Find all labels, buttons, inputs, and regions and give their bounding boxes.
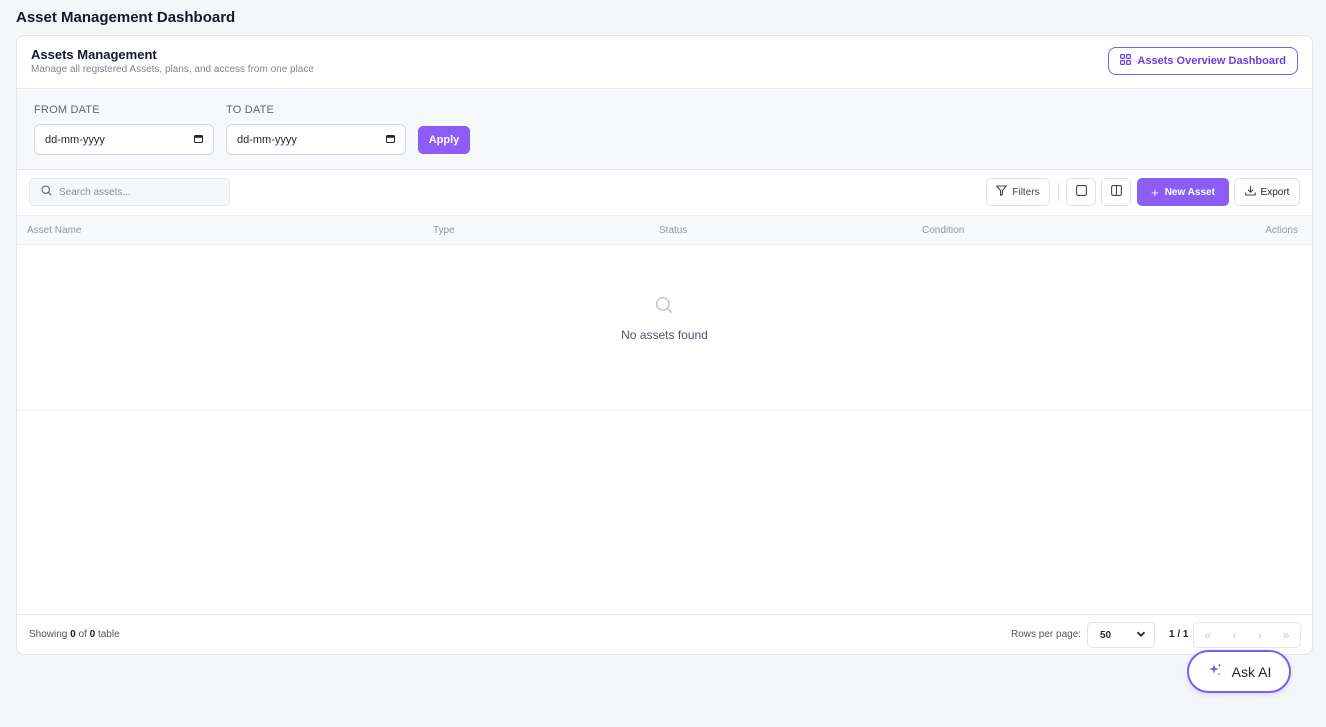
filters-label: Filters bbox=[1012, 186, 1040, 198]
pagination-controls: « ‹ › » bbox=[1193, 622, 1301, 648]
ask-ai-label: Ask AI bbox=[1231, 663, 1272, 680]
table-header: Asset Name Type Status Condition Actions bbox=[17, 215, 1312, 245]
rows-per-page-label: Rows per page: bbox=[1011, 629, 1082, 640]
column-actions: Actions bbox=[1265, 225, 1298, 236]
columns-toggle-button[interactable] bbox=[1101, 178, 1131, 206]
toolbar-divider bbox=[1058, 182, 1059, 202]
calendar-icon[interactable] bbox=[386, 134, 395, 146]
column-condition[interactable]: Condition bbox=[922, 225, 964, 236]
filters-button[interactable]: Filters bbox=[986, 178, 1050, 206]
calendar-icon[interactable] bbox=[194, 134, 203, 146]
download-icon bbox=[1244, 185, 1256, 199]
ask-ai-button[interactable]: Ask AI bbox=[1187, 650, 1291, 693]
column-type[interactable]: Type bbox=[433, 225, 455, 236]
new-asset-button[interactable]: + New Asset bbox=[1137, 178, 1229, 206]
apply-button[interactable]: Apply bbox=[418, 126, 470, 154]
showing-summary: Showing 0 of 0 table bbox=[29, 629, 120, 640]
from-date-label: FROM DATE bbox=[34, 104, 100, 116]
new-asset-label: New Asset bbox=[1164, 186, 1215, 198]
chevron-down-icon bbox=[1136, 629, 1146, 642]
next-page-button[interactable]: › bbox=[1258, 628, 1262, 642]
page-indicator: 1 / 1 bbox=[1169, 629, 1189, 640]
funnel-icon bbox=[995, 185, 1008, 199]
export-button[interactable]: Export bbox=[1234, 178, 1300, 206]
card-title: Assets Management bbox=[31, 47, 157, 62]
checkbox-icon bbox=[1075, 185, 1087, 199]
sparkle-icon bbox=[1207, 662, 1223, 681]
prev-page-button[interactable]: ‹ bbox=[1232, 628, 1236, 642]
grid-icon bbox=[1120, 54, 1132, 68]
from-date-value: dd-mm-yyyy bbox=[45, 133, 105, 146]
empty-state: No assets found bbox=[17, 245, 1312, 411]
assets-card: Assets Management Manage all registered … bbox=[16, 35, 1313, 655]
column-status[interactable]: Status bbox=[659, 225, 687, 236]
to-date-value: dd-mm-yyyy bbox=[237, 133, 297, 146]
to-date-label: TO DATE bbox=[226, 104, 275, 116]
search-placeholder: Search assets... bbox=[59, 186, 131, 198]
search-icon bbox=[655, 296, 673, 319]
table-footer: Showing 0 of 0 table Rows per page: 50 1… bbox=[17, 614, 1312, 654]
plus-icon: + bbox=[1151, 184, 1159, 200]
search-input[interactable]: Search assets... bbox=[29, 178, 230, 206]
from-date-input[interactable]: dd-mm-yyyy bbox=[34, 124, 214, 155]
page-title: Asset Management Dashboard bbox=[16, 9, 236, 26]
first-page-button[interactable]: « bbox=[1205, 628, 1212, 642]
card-header: Assets Management Manage all registered … bbox=[17, 36, 1312, 89]
to-date-input[interactable]: dd-mm-yyyy bbox=[226, 124, 406, 155]
columns-icon bbox=[1110, 185, 1122, 199]
rows-per-page-select[interactable]: 50 bbox=[1087, 622, 1155, 648]
date-filter-panel: FROM DATE dd-mm-yyyy TO DATE dd-mm-yyyy … bbox=[17, 89, 1312, 170]
empty-state-text: No assets found bbox=[621, 328, 708, 342]
rows-per-page-value: 50 bbox=[1100, 629, 1112, 641]
search-icon bbox=[41, 185, 52, 199]
card-subtitle: Manage all registered Assets, plans, and… bbox=[31, 64, 314, 75]
overview-button-label: Assets Overview Dashboard bbox=[1137, 55, 1286, 67]
last-page-button[interactable]: » bbox=[1283, 628, 1290, 642]
select-all-checkbox[interactable] bbox=[1066, 178, 1096, 206]
export-label: Export bbox=[1260, 186, 1290, 198]
column-asset-name[interactable]: Asset Name bbox=[27, 225, 81, 236]
assets-overview-dashboard-button[interactable]: Assets Overview Dashboard bbox=[1108, 47, 1298, 75]
table-toolbar: Search assets... Filters + New Asset Exp… bbox=[17, 170, 1312, 215]
